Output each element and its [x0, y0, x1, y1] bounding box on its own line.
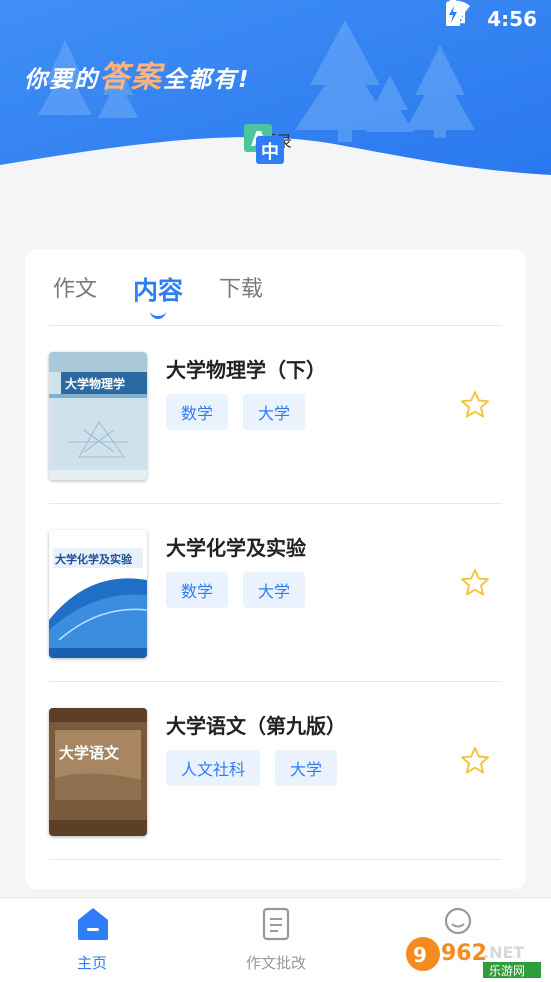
slogan: 你要的答案全都有!	[24, 52, 251, 96]
svg-text:.NET: .NET	[483, 943, 524, 962]
tag-list: 人文社科 大学	[166, 750, 338, 786]
svg-text:大学物理学: 大学物理学	[65, 376, 125, 391]
list-item[interactable]: 大学语文 大学语文（第九版） 人文社科 大学	[49, 682, 502, 859]
home-icon	[78, 908, 108, 940]
svg-text:大学化学及实验: 大学化学及实验	[55, 552, 133, 566]
book-title: 大学物理学（下）	[166, 358, 326, 382]
content-card: 作文 内容 下载 大学物理学 大学物理学（下） 数学 大学 大学化学及实验 大学…	[25, 249, 526, 889]
tab-bar: 作文 内容 下载	[53, 271, 263, 319]
tag[interactable]: 大学	[275, 750, 338, 786]
list-divider	[49, 859, 502, 860]
tag-list: 数学 大学	[166, 394, 306, 430]
svg-text:大学语文: 大学语文	[59, 744, 120, 762]
svg-text:9: 9	[413, 943, 427, 967]
svg-text:962: 962	[441, 941, 487, 966]
tag[interactable]: 大学	[243, 394, 306, 430]
slogan-pre: 你要的	[24, 67, 99, 93]
svg-text:乐游网: 乐游网	[489, 964, 525, 978]
nav-home[interactable]: 主页	[32, 898, 152, 982]
tab-content[interactable]: 内容	[133, 271, 183, 319]
slogan-highlight: 答案	[99, 60, 163, 95]
header-banner: 4:56 你要的答案全都有! A 中 语录	[0, 0, 551, 240]
tab-download[interactable]: 下载	[219, 271, 263, 307]
tag[interactable]: 大学	[243, 572, 306, 608]
svg-text:中: 中	[261, 141, 279, 163]
watermark-logo: 9 962 .NET 乐游网	[405, 932, 543, 978]
list-item[interactable]: 大学物理学 大学物理学（下） 数学 大学	[49, 326, 502, 503]
tag[interactable]: 数学	[166, 394, 229, 430]
slogan-post: 全都有!	[163, 67, 251, 93]
book-title: 大学化学及实验	[166, 536, 306, 560]
favorite-star-icon[interactable]	[460, 568, 490, 598]
nav-home-label: 主页	[76, 954, 107, 972]
tag-list: 数学 大学	[166, 572, 306, 608]
tag[interactable]: 数学	[166, 572, 229, 608]
book-cover-image: 大学化学及实验	[49, 530, 147, 658]
book-title: 大学语文（第九版）	[166, 714, 346, 738]
document-icon	[262, 907, 290, 941]
tag[interactable]: 人文社科	[166, 750, 261, 786]
nav-essay-correction-label: 作文批改	[245, 954, 306, 972]
status-time: 4:56	[487, 7, 537, 31]
active-tab-indicator	[150, 311, 167, 319]
nav-essay-correction[interactable]: 作文批改	[216, 898, 336, 982]
favorite-star-icon[interactable]	[460, 746, 490, 776]
book-cover-image: 大学物理学	[49, 352, 147, 480]
tab-essay[interactable]: 作文	[53, 271, 97, 307]
favorite-star-icon[interactable]	[460, 390, 490, 420]
book-cover-image: 大学语文	[49, 708, 147, 836]
quote-entry-button[interactable]: A 中 语录	[240, 124, 312, 164]
status-bar: 4:56	[445, 0, 551, 38]
list-item[interactable]: 大学化学及实验 大学化学及实验 数学 大学	[49, 504, 502, 681]
